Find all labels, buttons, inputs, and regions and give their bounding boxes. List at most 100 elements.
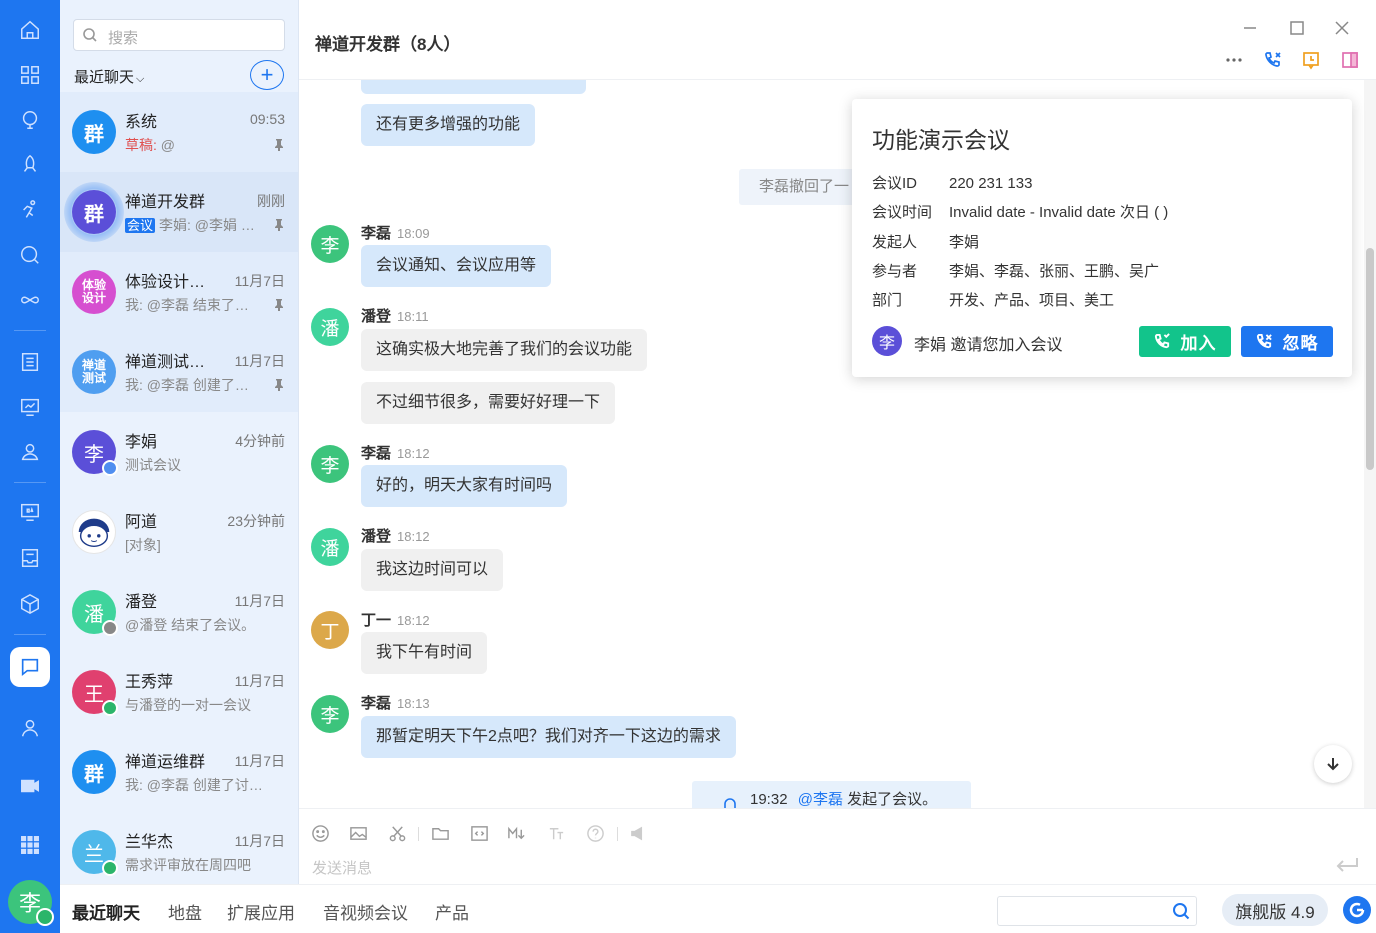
avatar[interactable]: 潘 <box>311 308 349 346</box>
screenshot-icon[interactable] <box>388 824 408 844</box>
avatar-text: 潘 <box>84 603 104 626</box>
avatar: 李 <box>72 430 118 476</box>
avatar[interactable]: 潘 <box>311 528 349 566</box>
version-badge[interactable]: 旗舰版 4.9 <box>1222 894 1328 926</box>
image-icon[interactable] <box>349 824 369 844</box>
explore-icon[interactable] <box>18 108 42 132</box>
more-icon[interactable] <box>1224 50 1246 72</box>
conversation-preview: 草稿: @ <box>125 135 175 155</box>
message-scrollbar[interactable] <box>1364 80 1376 808</box>
tab-dashboard[interactable]: 地盘 <box>168 899 202 924</box>
scroll-to-bottom-button[interactable] <box>1314 745 1352 783</box>
contacts-icon[interactable] <box>18 716 42 740</box>
online-status-icon <box>102 860 118 876</box>
code-icon[interactable] <box>470 824 490 844</box>
conversation-preview: 我: @李磊 创建了… <box>125 377 249 393</box>
user-avatar[interactable]: 李 <box>8 880 54 926</box>
conversation-time: 11月7日 <box>234 673 285 689</box>
message-time: 18:12 <box>397 446 430 461</box>
tab-product[interactable]: 产品 <box>435 899 469 924</box>
message-time: 18:13 <box>397 696 430 711</box>
info-value: 220 231 133 <box>949 175 1033 192</box>
conversation-name: 兰华杰 <box>125 834 174 851</box>
avatar[interactable]: 李 <box>311 225 349 263</box>
apps-grid-icon[interactable] <box>18 63 42 87</box>
ignore-meeting-button[interactable]: 忽略 <box>1241 326 1333 357</box>
search-rail-icon[interactable] <box>18 243 42 267</box>
avatar[interactable]: 李 <box>311 695 349 733</box>
message-input[interactable]: 发送消息 <box>312 857 372 878</box>
call-icon[interactable] <box>1263 50 1285 72</box>
inviter-avatar: 李 <box>872 326 902 356</box>
sidebar-toggle-icon[interactable] <box>1340 50 1362 72</box>
font-icon[interactable] <box>547 824 567 844</box>
conversation-name: 阿道 <box>125 514 158 531</box>
avatar-text: 王 <box>84 683 104 706</box>
conversation-preview: 与潘登的一对一会议 <box>125 697 251 713</box>
sender-name-text: 李磊 <box>361 695 392 712</box>
hangup-icon <box>1256 333 1272 349</box>
toolbar-divider <box>418 827 419 841</box>
more-apps-icon[interactable] <box>18 833 42 857</box>
mention-link[interactable]: @李磊 <box>798 791 843 808</box>
avatar[interactable]: 李 <box>311 445 349 483</box>
sender-name-text: 潘登 <box>361 308 392 325</box>
conversation-item[interactable]: 兰 兰华杰 11月7日 需求评审放在周四吧 <box>60 812 298 884</box>
avatar-text: 兰 <box>84 843 104 866</box>
scrollbar-thumb[interactable] <box>1366 248 1374 470</box>
search-icon[interactable] <box>1172 902 1190 920</box>
video-icon[interactable] <box>18 774 42 798</box>
add-chat-button[interactable]: + <box>250 60 284 90</box>
list-doc-icon[interactable] <box>18 350 42 374</box>
bottom-search-input[interactable] <box>997 896 1197 926</box>
brand-logo-icon[interactable] <box>1343 896 1371 924</box>
chevron-down-icon: ⌵ <box>136 73 145 85</box>
message-bubble: 好的，明天大家有时间吗 <box>361 465 568 507</box>
meeting-info-row: 发起人 李娟 <box>872 231 979 252</box>
conversation-item[interactable]: 禅道测试 禅道测试… 11月7日 我: @李磊 创建了… <box>60 332 298 412</box>
infinity-icon[interactable] <box>18 288 42 312</box>
meeting-started-note[interactable]: 19:32 @李磊 发起了会议。 <box>692 781 971 808</box>
emoji-icon[interactable] <box>311 824 331 844</box>
tab-extensions[interactable]: 扩展应用 <box>227 899 295 924</box>
maximize-icon[interactable] <box>1289 20 1309 40</box>
tab-av-meeting[interactable]: 音视频会议 <box>323 899 408 924</box>
join-meeting-button[interactable]: 加入 <box>1139 326 1231 357</box>
conversation-item[interactable]: 群 禅道运维群 11月7日 我: @李磊 创建了讨… <box>60 732 298 812</box>
search-placeholder: 搜索 <box>108 30 139 47</box>
chat-icon[interactable] <box>10 647 50 687</box>
box-icon[interactable] <box>18 592 42 616</box>
ignore-label: 忽略 <box>1282 334 1319 353</box>
send-icon[interactable] <box>1334 855 1360 875</box>
conversation-item[interactable]: 群 禅道开发群 刚刚 会议 李娟: @李娟 … <box>60 172 298 252</box>
sender-name-text: 潘登 <box>361 528 392 545</box>
conversation-item[interactable]: 潘 潘登 11月7日 @潘登 结束了会议。 <box>60 572 298 652</box>
avatar[interactable]: 丁 <box>311 611 349 649</box>
history-icon[interactable] <box>1301 50 1323 72</box>
conversation-item[interactable]: 李 李娟 4分钟前 测试会议 <box>60 412 298 492</box>
message-bubble: 我这边时间可以 <box>361 549 504 591</box>
close-icon[interactable] <box>1334 20 1354 40</box>
message-bubble: 我下午有时间 <box>361 632 488 674</box>
help-icon[interactable] <box>586 824 606 844</box>
home-icon[interactable] <box>18 18 42 42</box>
message-bubble: 还有更多增强的功能 <box>361 104 536 146</box>
rocket-icon[interactable] <box>18 153 42 177</box>
markdown-icon[interactable] <box>507 824 527 844</box>
phone-icon <box>1154 333 1170 349</box>
conversation-item[interactable]: 阿道 23分钟前 [对象] <box>60 492 298 572</box>
inbox-icon[interactable] <box>18 546 42 570</box>
conversation-item[interactable]: 王 王秀萍 11月7日 与潘登的一对一会议 <box>60 652 298 732</box>
recent-chats-dropdown[interactable]: 最近聊天 ⌵ <box>74 66 144 87</box>
oa-icon[interactable] <box>18 500 42 524</box>
run-icon[interactable] <box>18 198 42 222</box>
tab-recent-chats[interactable]: 最近聊天 <box>72 899 140 924</box>
search-input[interactable]: 搜索 <box>73 19 285 51</box>
megaphone-icon[interactable] <box>629 824 649 844</box>
conversation-item[interactable]: 体验设计 体验设计… 11月7日 我: @李磊 结束了… <box>60 252 298 332</box>
team-icon[interactable] <box>18 440 42 464</box>
monitor-icon[interactable] <box>18 395 42 419</box>
conversation-item[interactable]: 群 系统 09:53 草稿: @ <box>60 92 298 172</box>
folder-icon[interactable] <box>431 824 451 844</box>
minimize-icon[interactable] <box>1242 20 1262 40</box>
